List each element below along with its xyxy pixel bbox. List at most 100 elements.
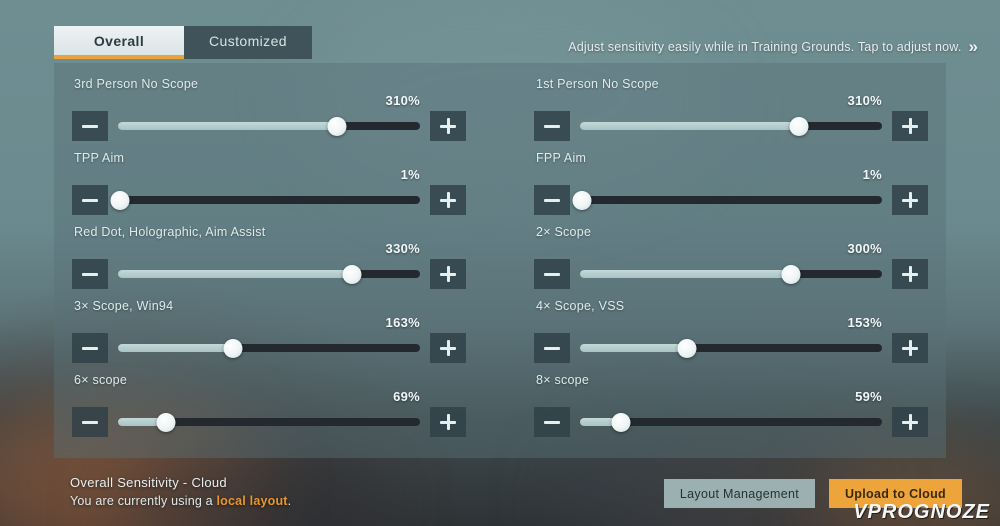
watermark: VPROGNOZE — [853, 501, 990, 523]
minus-icon — [544, 420, 560, 424]
slider-value-red-dot-holographic-aim-assist: 330% — [385, 241, 420, 256]
slider-controls-red-dot-holographic-aim-assist — [72, 259, 466, 289]
plus-icon-vertical — [446, 340, 450, 356]
tab-customized[interactable]: Customized — [184, 26, 312, 59]
sensitivity-status: Overall Sensitivity - Cloud You are curr… — [70, 475, 291, 508]
slider-row-fpp-aim: FPP Aim 1% — [534, 151, 928, 225]
slider-track-tpp-aim[interactable] — [110, 185, 420, 215]
decrease-button-6x-scope[interactable] — [72, 407, 108, 437]
training-grounds-hint[interactable]: Adjust sensitivity easily while in Train… — [568, 38, 978, 55]
slider-knob-3x-scope-win94[interactable] — [223, 338, 243, 358]
slider-track-background — [580, 196, 882, 204]
slider-label-1st-person-no-scope: 1st Person No Scope — [536, 77, 659, 91]
slider-row-red-dot-holographic-aim-assist: Red Dot, Holographic, Aim Assist 330% — [72, 225, 466, 299]
slider-value-2x-scope: 300% — [847, 241, 882, 256]
status-subtitle: You are currently using a local layout. — [70, 494, 291, 508]
status-subtitle-highlight: local layout — [216, 494, 288, 508]
slider-track-2x-scope[interactable] — [580, 259, 882, 289]
slider-track-fill — [580, 122, 799, 130]
slider-track-3rd-person-no-scope[interactable] — [118, 111, 420, 141]
slider-knob-6x-scope[interactable] — [156, 412, 176, 432]
slider-label-3x-scope-win94: 3× Scope, Win94 — [74, 299, 174, 313]
status-subtitle-suffix: . — [287, 494, 292, 508]
slider-controls-3x-scope-win94 — [72, 333, 466, 363]
slider-value-6x-scope: 69% — [393, 389, 420, 404]
slider-label-red-dot-holographic-aim-assist: Red Dot, Holographic, Aim Assist — [74, 225, 266, 239]
decrease-button-fpp-aim[interactable] — [534, 185, 570, 215]
slider-row-8x-scope: 8× scope 59% — [534, 373, 928, 447]
plus-icon-vertical — [446, 192, 450, 208]
slider-value-3rd-person-no-scope: 310% — [385, 93, 420, 108]
increase-button-6x-scope[interactable] — [430, 407, 466, 437]
decrease-button-3rd-person-no-scope[interactable] — [72, 111, 108, 141]
increase-button-3rd-person-no-scope[interactable] — [430, 111, 466, 141]
slider-track-3x-scope-win94[interactable] — [118, 333, 420, 363]
plus-icon-vertical — [908, 414, 912, 430]
slider-label-tpp-aim: TPP Aim — [74, 151, 125, 165]
decrease-button-red-dot-holographic-aim-assist[interactable] — [72, 259, 108, 289]
slider-controls-3rd-person-no-scope — [72, 111, 466, 141]
slider-track-8x-scope[interactable] — [580, 407, 882, 437]
increase-button-red-dot-holographic-aim-assist[interactable] — [430, 259, 466, 289]
slider-value-tpp-aim: 1% — [400, 167, 420, 182]
slider-track-fill — [580, 270, 792, 278]
slider-knob-8x-scope[interactable] — [611, 412, 631, 432]
slider-track-fpp-aim[interactable] — [572, 185, 882, 215]
decrease-button-1st-person-no-scope[interactable] — [534, 111, 570, 141]
training-grounds-hint-label: Adjust sensitivity easily while in Train… — [568, 39, 962, 54]
decrease-button-2x-scope[interactable] — [534, 259, 570, 289]
slider-value-3x-scope-win94: 163% — [385, 315, 420, 330]
slider-knob-3rd-person-no-scope[interactable] — [327, 116, 347, 136]
increase-button-4x-scope-vss[interactable] — [892, 333, 928, 363]
increase-button-fpp-aim[interactable] — [892, 185, 928, 215]
plus-icon-vertical — [908, 340, 912, 356]
status-title: Overall Sensitivity - Cloud — [70, 475, 227, 490]
minus-icon — [82, 198, 98, 202]
slider-track-background — [118, 196, 420, 204]
slider-knob-tpp-aim[interactable] — [110, 190, 130, 210]
decrease-button-3x-scope-win94[interactable] — [72, 333, 108, 363]
slider-track-fill — [118, 344, 233, 352]
increase-button-tpp-aim[interactable] — [430, 185, 466, 215]
slider-label-4x-scope-vss: 4× Scope, VSS — [536, 299, 625, 313]
slider-track-4x-scope-vss[interactable] — [580, 333, 882, 363]
decrease-button-8x-scope[interactable] — [534, 407, 570, 437]
slider-controls-8x-scope — [534, 407, 928, 437]
slider-knob-1st-person-no-scope[interactable] — [789, 116, 809, 136]
minus-icon — [544, 272, 560, 276]
slider-controls-tpp-aim — [72, 185, 466, 215]
slider-label-8x-scope: 8× scope — [536, 373, 590, 387]
increase-button-2x-scope[interactable] — [892, 259, 928, 289]
plus-icon-vertical — [446, 266, 450, 282]
slider-track-1st-person-no-scope[interactable] — [580, 111, 882, 141]
tab-customized-label: Customized — [209, 32, 287, 49]
decrease-button-4x-scope-vss[interactable] — [534, 333, 570, 363]
settings-tab-bar: Overall Customized — [54, 26, 312, 59]
minus-icon — [544, 346, 560, 350]
layout-management-button[interactable]: Layout Management — [663, 479, 815, 508]
minus-icon — [82, 124, 98, 128]
increase-button-1st-person-no-scope[interactable] — [892, 111, 928, 141]
slider-row-4x-scope-vss: 4× Scope, VSS 153% — [534, 299, 928, 373]
upload-to-cloud-label: Upload to Cloud — [844, 486, 946, 501]
slider-track-fill — [118, 122, 337, 130]
slider-label-fpp-aim: FPP Aim — [536, 151, 587, 165]
slider-label-2x-scope: 2× Scope — [536, 225, 592, 239]
slider-controls-6x-scope — [72, 407, 466, 437]
slider-knob-red-dot-holographic-aim-assist[interactable] — [342, 264, 362, 284]
slider-track-6x-scope[interactable] — [118, 407, 420, 437]
tab-overall[interactable]: Overall — [54, 26, 184, 59]
slider-value-1st-person-no-scope: 310% — [847, 93, 882, 108]
slider-knob-2x-scope[interactable] — [781, 264, 801, 284]
increase-button-3x-scope-win94[interactable] — [430, 333, 466, 363]
increase-button-8x-scope[interactable] — [892, 407, 928, 437]
slider-row-1st-person-no-scope: 1st Person No Scope 310% — [534, 77, 928, 151]
decrease-button-tpp-aim[interactable] — [72, 185, 108, 215]
slider-row-3rd-person-no-scope: 3rd Person No Scope 310% — [72, 77, 466, 151]
slider-track-red-dot-holographic-aim-assist[interactable] — [118, 259, 420, 289]
minus-icon — [544, 198, 560, 202]
layout-management-label: Layout Management — [679, 486, 799, 501]
minus-icon — [82, 346, 98, 350]
slider-knob-4x-scope-vss[interactable] — [677, 338, 697, 358]
slider-knob-fpp-aim[interactable] — [572, 190, 592, 210]
